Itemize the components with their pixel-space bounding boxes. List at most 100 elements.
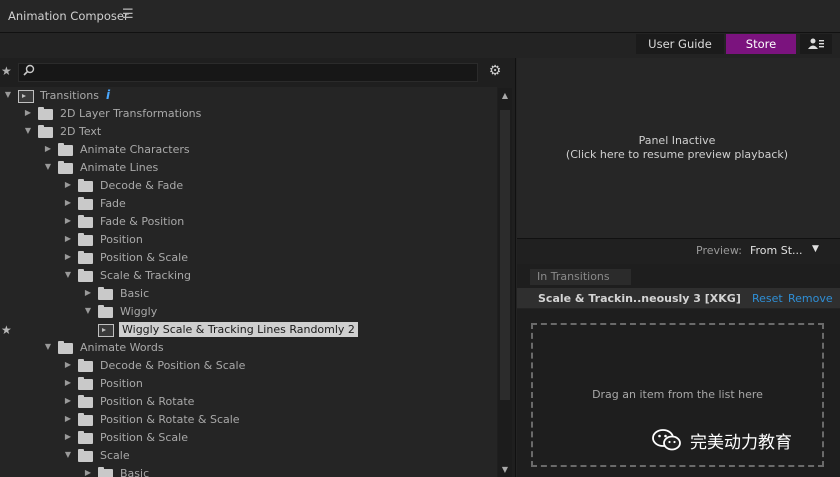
tree-item-label: Position xyxy=(100,377,143,390)
tree-item-label: Transitions xyxy=(40,89,99,102)
expanded-arrow-icon[interactable]: ▼ xyxy=(23,126,33,135)
collapsed-arrow-icon[interactable]: ▶ xyxy=(43,144,53,153)
info-icon[interactable]: i xyxy=(106,88,110,102)
store-button[interactable]: Store xyxy=(726,34,796,54)
tree-item-label: Decode & Position & Scale xyxy=(100,359,246,372)
preset-tree: ▼ Transitions i ▶ 2D Layer Transformations ▼ 2… xyxy=(0,87,497,477)
tree-row[interactable]: ▼ Wiggly xyxy=(0,303,497,322)
collapsed-arrow-icon[interactable]: ▶ xyxy=(63,396,73,405)
tree-item-label: Animate Words xyxy=(80,341,164,354)
drop-hint-text: Drag an item from the list here xyxy=(592,388,763,401)
folder-icon xyxy=(78,449,93,462)
tree-row[interactable]: ▶ Decode & Position & Scale xyxy=(0,357,497,376)
tree-row[interactable]: ▶ Position xyxy=(0,231,497,250)
tree-row[interactable]: ▶ Basic xyxy=(0,465,497,477)
collapsed-arrow-icon[interactable]: ▶ xyxy=(83,288,93,297)
app-title: Animation Composer xyxy=(8,9,129,23)
scroll-up-icon[interactable]: ▲ xyxy=(498,89,512,103)
expanded-arrow-icon[interactable]: ▼ xyxy=(63,270,73,279)
tree-item-label: 2D Text xyxy=(60,125,102,138)
tree-item-label: Decode & Fade xyxy=(100,179,184,192)
tree-row[interactable]: ▼ Scale xyxy=(0,447,497,466)
hamburger-icon[interactable]: ☰ xyxy=(122,7,134,22)
tree-row[interactable]: ▶ Position & Scale xyxy=(0,249,497,268)
tree-item-label: Fade xyxy=(100,197,126,210)
search-icon xyxy=(23,64,35,79)
tree-row[interactable]: ▼ Scale & Tracking xyxy=(0,267,497,286)
user-guide-button[interactable]: User Guide xyxy=(636,34,724,54)
tree-row[interactable]: ▶ Fade xyxy=(0,195,497,214)
tree-item-label: Basic xyxy=(120,467,150,477)
tree-row[interactable]: ▶ Basic xyxy=(0,285,497,304)
tree-row[interactable]: ▶ Animate Characters xyxy=(0,141,497,160)
folder-icon xyxy=(78,197,93,210)
folder-icon xyxy=(78,413,93,426)
tree-item-label: Animate Lines xyxy=(80,161,159,174)
favorites-star-icon[interactable]: ★ xyxy=(1,64,12,78)
folder-icon xyxy=(78,377,93,390)
collapsed-arrow-icon[interactable]: ▶ xyxy=(23,108,33,117)
expanded-arrow-icon[interactable]: ▼ xyxy=(43,342,53,351)
tree-row[interactable]: ▶ Position & Rotate xyxy=(0,393,497,412)
collapsed-arrow-icon[interactable]: ▶ xyxy=(63,198,73,207)
folder-icon xyxy=(58,341,73,354)
tree-row[interactable]: ▼ 2D Text xyxy=(0,123,497,142)
preset-icon xyxy=(98,324,114,337)
folder-icon xyxy=(98,287,113,300)
tree-item-label: Fade & Position xyxy=(100,215,185,228)
wechat-logo-icon xyxy=(652,428,682,452)
preview-label: Preview: xyxy=(696,244,742,257)
scrollbar-thumb[interactable] xyxy=(500,110,510,400)
tree-row[interactable]: ▼ Animate Words xyxy=(0,339,497,358)
folder-icon xyxy=(78,215,93,228)
tree-row[interactable]: ▶ 2D Layer Transformations xyxy=(0,105,497,124)
tree-row[interactable]: ▶ Position & Rotate & Scale xyxy=(0,411,497,430)
expanded-arrow-icon[interactable]: ▼ xyxy=(3,90,13,99)
collapsed-arrow-icon[interactable]: ▶ xyxy=(63,360,73,369)
tree-item-label: Position xyxy=(100,233,143,246)
tree-row[interactable]: ▶ Position xyxy=(0,375,497,394)
collapsed-arrow-icon[interactable]: ▶ xyxy=(63,432,73,441)
expanded-arrow-icon[interactable]: ▼ xyxy=(63,450,73,459)
folder-icon xyxy=(38,107,53,120)
tree-row[interactable]: ▼ Transitions i xyxy=(0,87,497,106)
search-input[interactable] xyxy=(40,64,474,81)
collapsed-arrow-icon[interactable]: ▶ xyxy=(63,216,73,225)
tree-item-label: Position & Rotate & Scale xyxy=(100,413,240,426)
tree-row[interactable]: ▶ Decode & Fade xyxy=(0,177,497,196)
tree-row[interactable]: ▶ Position & Scale xyxy=(0,429,497,448)
preview-select[interactable]: From St... xyxy=(750,244,803,257)
folder-icon xyxy=(78,233,93,246)
tree-item-label: Position & Scale xyxy=(100,251,188,264)
reset-link[interactable]: Reset xyxy=(752,292,783,305)
collapsed-arrow-icon[interactable]: ▶ xyxy=(63,378,73,387)
tree-item-label: Scale xyxy=(100,449,130,462)
resume-preview-text: (Click here to resume preview playback) xyxy=(565,148,789,161)
chevron-down-icon[interactable]: ▼ xyxy=(812,244,819,254)
folder-icon xyxy=(58,143,73,156)
tree-item-label: Wiggly Scale & Tracking Lines Randomly 2 xyxy=(119,322,358,337)
selected-item-name: Scale & Trackin..neously 3 [XKG] xyxy=(538,292,741,305)
folder-icon xyxy=(38,125,53,138)
remove-link[interactable]: Remove xyxy=(788,292,833,305)
panel-inactive-text: Panel Inactive xyxy=(638,134,716,147)
tab-in-transitions[interactable]: In Transitions xyxy=(530,269,631,285)
collapsed-arrow-icon[interactable]: ▶ xyxy=(63,234,73,243)
scroll-down-icon[interactable]: ▼ xyxy=(498,463,512,477)
folder-icon xyxy=(98,305,113,318)
collapsed-arrow-icon[interactable]: ▶ xyxy=(63,414,73,423)
folder-icon xyxy=(78,251,93,264)
collapsed-arrow-icon[interactable]: ▶ xyxy=(83,468,93,477)
collapsed-arrow-icon[interactable]: ▶ xyxy=(63,180,73,189)
tree-item-label: Position & Rotate xyxy=(100,395,195,408)
preset-item[interactable]: ★ Wiggly Scale & Tracking Lines Randomly … xyxy=(0,321,497,340)
expanded-arrow-icon[interactable]: ▼ xyxy=(43,162,53,171)
expanded-arrow-icon[interactable]: ▼ xyxy=(83,306,93,315)
collapsed-arrow-icon[interactable]: ▶ xyxy=(63,252,73,261)
tree-row[interactable]: ▼ Animate Lines xyxy=(0,159,497,178)
folder-icon xyxy=(78,395,93,408)
star-icon[interactable]: ★ xyxy=(1,323,12,337)
tree-row[interactable]: ▶ Fade & Position xyxy=(0,213,497,232)
user-list-button[interactable] xyxy=(800,34,832,54)
gear-icon[interactable]: ⚙ xyxy=(484,61,506,81)
